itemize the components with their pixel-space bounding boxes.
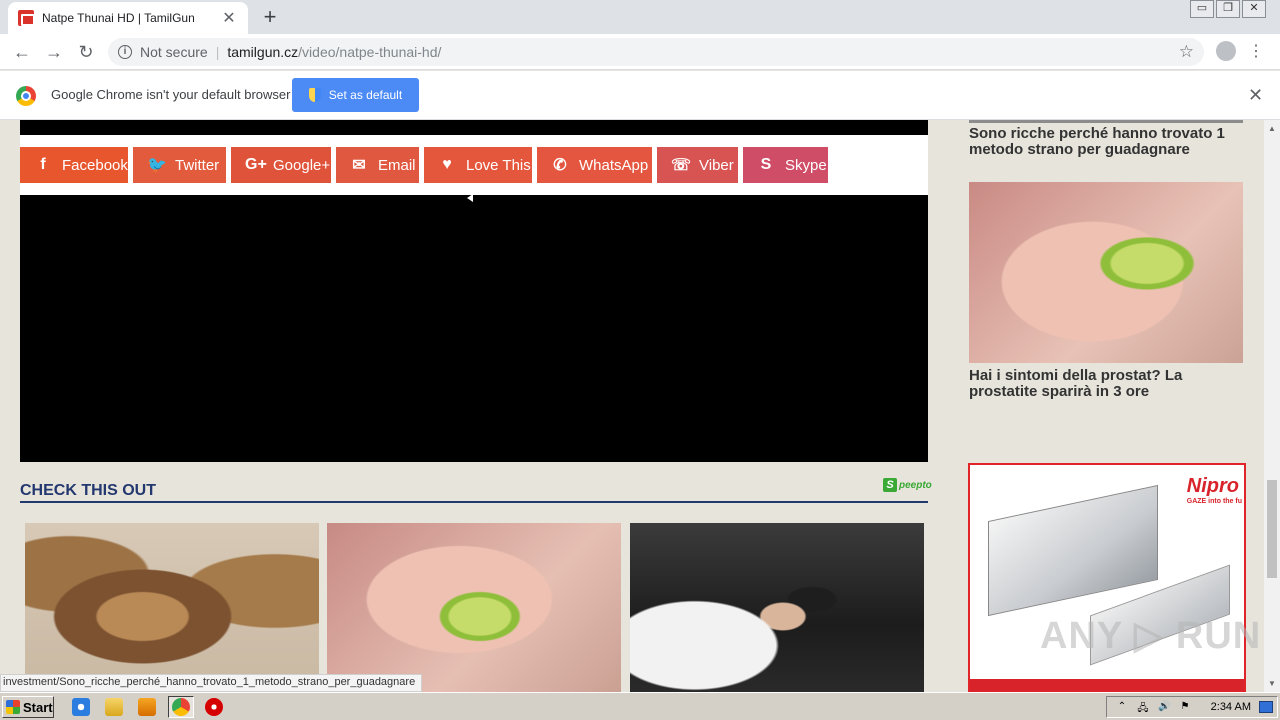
sponsor-logo-mark: S — [883, 478, 897, 492]
share-twitter-button[interactable]: 🐦 Twitter — [133, 147, 226, 183]
reload-button[interactable]: ↻ — [74, 40, 98, 64]
browser-menu-icon[interactable]: ⋮ — [1248, 41, 1264, 61]
section-title: CHECK THIS OUT — [20, 482, 156, 499]
bookmark-star-icon[interactable]: ☆ — [1179, 42, 1194, 62]
facebook-icon: f — [40, 156, 46, 173]
section-divider — [20, 501, 928, 503]
page-scrollbar[interactable]: ▲ ▼ — [1264, 120, 1280, 692]
chrome-logo-icon — [16, 86, 36, 106]
ad-brand-logo: Nipro GAZE into the fu — [1187, 475, 1242, 505]
back-button[interactable]: ← — [10, 40, 34, 64]
window-close-button[interactable]: ✕ — [1242, 0, 1266, 18]
chrome-taskbar-button[interactable] — [168, 696, 194, 718]
start-button[interactable]: Start — [2, 696, 54, 718]
uac-shield-icon — [308, 88, 321, 102]
ad-product-image — [988, 484, 1158, 617]
scroll-down-icon[interactable]: ▼ — [1268, 679, 1276, 688]
share-label: Love This — [466, 156, 531, 174]
show-desktop-icon[interactable] — [1259, 701, 1273, 713]
system-tray: ⌃ 🖧 🔊 ⚑ 2:34 AM — [1106, 696, 1278, 718]
share-label: Skype — [785, 156, 827, 174]
site-favicon-icon — [18, 10, 35, 26]
network-icon[interactable]: 🖧 — [1137, 701, 1149, 714]
sidebar-caption-2[interactable]: Hai i sintomi della prostat? La prostati… — [969, 368, 1249, 400]
promo-thumbnail-people[interactable] — [630, 523, 924, 692]
forward-button[interactable]: → — [42, 40, 66, 64]
whatsapp-icon: ✆ — [553, 157, 567, 174]
sidebar-promo-image[interactable] — [969, 182, 1243, 363]
scroll-up-icon[interactable]: ▲ — [1268, 124, 1276, 133]
anyrun-watermark: ANY ▷ RUN — [1040, 615, 1262, 657]
email-icon: ✉ — [352, 157, 366, 174]
share-label: Facebook — [62, 156, 128, 174]
infobar-message: Google Chrome isn't your default browser — [51, 87, 291, 102]
browser-tab[interactable]: Natpe Thunai HD | TamilGun ✕ — [8, 2, 248, 34]
new-tab-button[interactable]: + — [258, 5, 282, 29]
clock[interactable]: 2:34 AM — [1211, 701, 1251, 713]
ad-footer-bar — [970, 679, 1244, 691]
skype-icon: S — [760, 156, 772, 173]
sidebar-caption-1[interactable]: Sono ricche perché hanno trovato 1 metod… — [969, 126, 1249, 158]
action-center-flag-icon[interactable]: ⚑ — [1179, 701, 1191, 713]
tab-title: Natpe Thunai HD | TamilGun — [42, 11, 195, 25]
windows-taskbar: Start ⌃ 🖧 🔊 ⚑ 2:34 AM — [0, 692, 1280, 720]
opera-icon[interactable] — [205, 698, 223, 716]
share-bar: f Facebook 🐦 Twitter G+ Google+ ✉ Email … — [20, 135, 928, 195]
ad-logo-text: Nipro — [1186, 475, 1239, 497]
volume-icon[interactable]: 🔊 — [1158, 701, 1170, 713]
heart-icon: ♥ — [442, 156, 452, 173]
internet-explorer-icon[interactable] — [72, 698, 90, 716]
share-love-button[interactable]: ♥ Love This — [424, 147, 532, 183]
url-host: tamilgun.cz — [227, 44, 299, 60]
default-browser-infobar: Google Chrome isn't your default browser… — [0, 71, 1280, 120]
info-icon[interactable]: i — [118, 45, 132, 59]
share-googleplus-button[interactable]: G+ Google+ — [231, 147, 331, 183]
minimize-button[interactable]: ▭ — [1190, 0, 1214, 18]
set-as-default-label: Set as default — [328, 88, 403, 102]
share-label: Viber — [699, 156, 734, 174]
share-whatsapp-button[interactable]: ✆ WhatsApp — [537, 147, 652, 183]
media-player-icon[interactable] — [138, 698, 156, 716]
windows-logo-icon — [6, 700, 20, 714]
sidebar-image-edge — [969, 120, 1243, 123]
promo-thumbnail-walnut[interactable] — [25, 523, 319, 692]
share-label: Twitter — [175, 156, 220, 174]
tab-close-icon[interactable]: ✕ — [220, 8, 238, 28]
infobar-close-icon[interactable]: ✕ — [1248, 85, 1263, 106]
browser-toolbar: ← → ↻ i Not secure | tamilgun.cz/video/n… — [0, 34, 1280, 70]
url-path: /video/natpe-thunai-hd/ — [298, 44, 442, 60]
share-label: WhatsApp — [579, 156, 649, 174]
video-frame-top — [20, 120, 928, 135]
folder-icon[interactable] — [105, 698, 123, 716]
viber-icon: ☏ — [671, 157, 692, 174]
chrome-icon — [172, 698, 190, 716]
share-viber-button[interactable]: ☏ Viber — [657, 147, 738, 183]
share-label: Google+ — [273, 156, 331, 174]
url-separator: | — [215, 44, 220, 60]
scrollbar-thumb[interactable] — [1267, 480, 1277, 578]
restore-button[interactable]: ❐ — [1216, 0, 1240, 18]
set-as-default-button[interactable]: Set as default — [292, 78, 419, 112]
mouse-cursor-icon — [467, 194, 473, 202]
sponsor-logo[interactable]: S peepto — [883, 478, 932, 492]
security-status[interactable]: Not secure — [140, 44, 208, 60]
sponsor-logo-text: peepto — [899, 479, 932, 491]
promo-thumbnail-lime[interactable] — [327, 523, 621, 692]
googleplus-icon: G+ — [245, 156, 267, 173]
ad-tagline: GAZE into the fu — [1186, 498, 1242, 505]
start-label: Start — [23, 699, 53, 715]
share-email-button[interactable]: ✉ Email — [336, 147, 419, 183]
share-skype-button[interactable]: S Skype — [743, 147, 828, 183]
video-player[interactable] — [20, 194, 928, 462]
share-label: Email — [378, 156, 416, 174]
twitter-icon: 🐦 — [147, 157, 167, 174]
window-controls: ▭ ❐ ✕ — [1190, 0, 1266, 18]
address-bar[interactable]: i Not secure | tamilgun.cz/video/natpe-t… — [108, 38, 1204, 66]
share-facebook-button[interactable]: f Facebook — [20, 147, 128, 183]
profile-avatar-icon[interactable] — [1216, 41, 1236, 61]
tray-expand-icon[interactable]: ⌃ — [1116, 701, 1128, 713]
status-bar-url: investment/Sono_ricche_perché_hanno_trov… — [0, 674, 423, 692]
page-content: f Facebook 🐦 Twitter G+ Google+ ✉ Email … — [0, 120, 1264, 692]
tab-strip: Natpe Thunai HD | TamilGun ✕ + ▭ ❐ ✕ — [0, 0, 1280, 34]
